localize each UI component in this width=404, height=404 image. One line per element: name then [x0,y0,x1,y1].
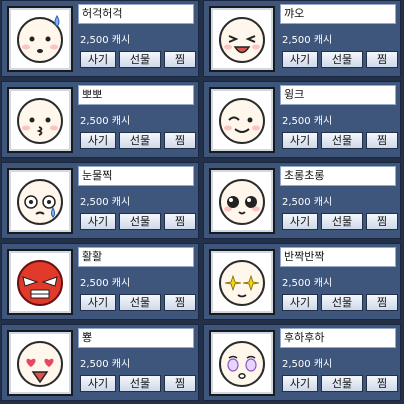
item-price: 2,500 캐시 [282,278,333,289]
item-card: 초롱초롱 2,500 캐시사기 선물 찜 [203,162,401,239]
kiss-emoticon-icon[interactable] [7,87,73,153]
item-card: 꺄오 2,500 캐시사기 선물 찜 [203,0,401,77]
buy-button[interactable]: 사기 [282,294,318,311]
item-name: 허걱허걱 [78,4,194,24]
wishlist-button[interactable]: 찜 [366,375,398,392]
item-price: 2,500 캐시 [80,278,131,289]
item-card: 윙크 2,500 캐시사기 선물 찜 [203,81,401,158]
item-name: 꺄오 [280,4,396,24]
gift-button[interactable]: 선물 [119,51,161,68]
buy-button[interactable]: 사기 [80,294,116,311]
item-card: 허걱허걱 2,500 캐시사기 선물 찜 [1,0,199,77]
angry-emoticon-icon[interactable] [7,249,73,315]
twinkle-emoticon-icon[interactable] [209,249,275,315]
item-name: 윙크 [280,85,396,105]
item-card: 반짝반짝 2,500 캐시사기 선물 찜 [203,243,401,320]
item-card: 후하후하 2,500 캐시사기 선물 찜 [203,324,401,401]
buy-button[interactable]: 사기 [282,132,318,149]
buy-button[interactable]: 사기 [282,213,318,230]
wishlist-button[interactable]: 찜 [164,213,196,230]
gift-button[interactable]: 선물 [119,294,161,311]
buy-button[interactable]: 사기 [282,51,318,68]
wishlist-button[interactable]: 찜 [366,213,398,230]
gift-button[interactable]: 선물 [321,213,363,230]
gift-button[interactable]: 선물 [321,294,363,311]
sweat-emoticon-icon[interactable] [7,6,73,72]
item-name: 활활 [78,247,194,267]
item-card: 뿅 2,500 캐시사기 선물 찜 [1,324,199,401]
wishlist-button[interactable]: 찜 [164,294,196,311]
wishlist-button[interactable]: 찜 [164,132,196,149]
gift-button[interactable]: 선물 [119,213,161,230]
buy-button[interactable]: 사기 [80,213,116,230]
item-card: 눈물찍 2,500 캐시사기 선물 찜 [1,162,199,239]
breathing-emoticon-icon[interactable] [209,330,275,396]
item-card: 활활 2,500 캐시사기 선물 찜 [1,243,199,320]
buy-button[interactable]: 사기 [80,132,116,149]
item-name: 뽀뽀 [78,85,194,105]
item-price: 2,500 캐시 [282,359,333,370]
item-price: 2,500 캐시 [80,35,131,46]
item-price: 2,500 캐시 [282,35,333,46]
sparkle-eyes-emoticon-icon[interactable] [209,168,275,234]
gift-button[interactable]: 선물 [119,132,161,149]
item-price: 2,500 캐시 [80,116,131,127]
buy-button[interactable]: 사기 [80,51,116,68]
excited-emoticon-icon[interactable] [209,6,275,72]
item-price: 2,500 캐시 [80,359,131,370]
item-price: 2,500 캐시 [80,197,131,208]
gift-button[interactable]: 선물 [321,51,363,68]
gift-button[interactable]: 선물 [321,375,363,392]
buy-button[interactable]: 사기 [282,375,318,392]
item-card: 뽀뽀 2,500 캐시사기 선물 찜 [1,81,199,158]
emoticon-shop-grid: 허걱허걱 2,500 캐시 사기 선물 찜 꺄오 2,500 캐시 사기 선물 찜 뽀뽀 2,500 … [0,0,404,404]
gift-button[interactable]: 선물 [321,132,363,149]
wishlist-button[interactable]: 찜 [366,51,398,68]
item-name: 반짝반짝 [280,247,396,267]
gift-button[interactable]: 선물 [119,375,161,392]
tear-emoticon-icon[interactable] [7,168,73,234]
love-emoticon-icon[interactable] [7,330,73,396]
item-price: 2,500 캐시 [282,116,333,127]
wishlist-button[interactable]: 찜 [366,294,398,311]
wink-emoticon-icon[interactable] [209,87,275,153]
wishlist-button[interactable]: 찜 [366,132,398,149]
item-name: 초롱초롱 [280,166,396,186]
wishlist-button[interactable]: 찜 [164,51,196,68]
wishlist-button[interactable]: 찜 [164,375,196,392]
item-price: 2,500 캐시 [282,197,333,208]
item-name: 후하후하 [280,328,396,348]
item-name: 뿅 [78,328,194,348]
item-name: 눈물찍 [78,166,194,186]
buy-button[interactable]: 사기 [80,375,116,392]
